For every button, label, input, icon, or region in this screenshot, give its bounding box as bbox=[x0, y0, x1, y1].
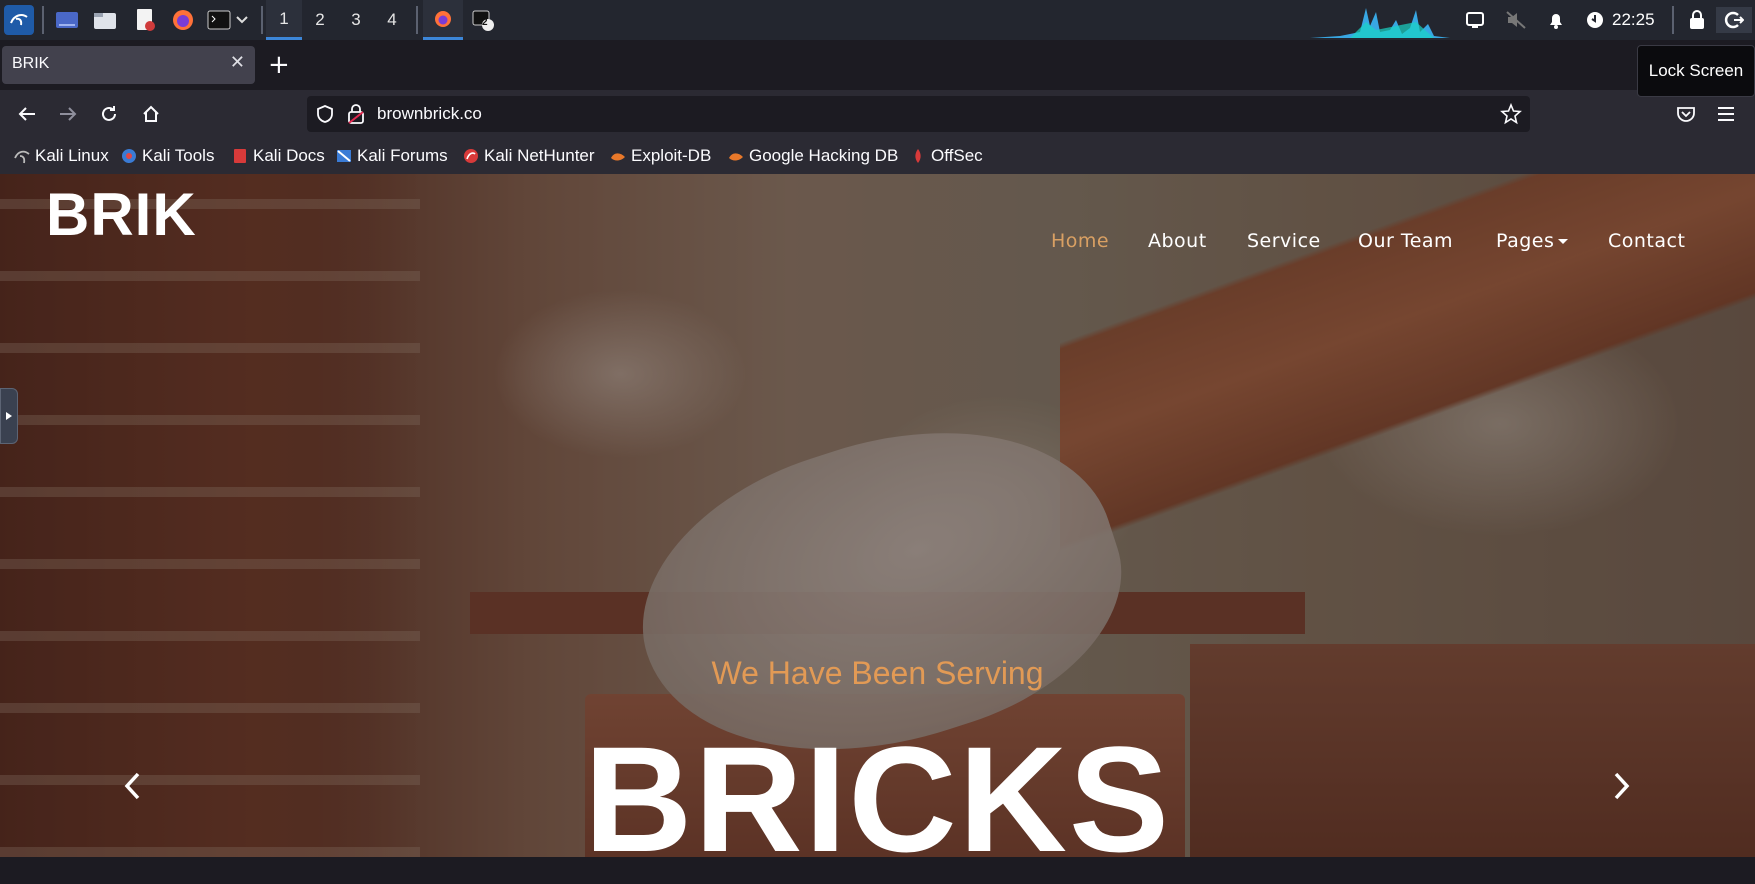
bookmark-kali-docs[interactable]: Kali Docs bbox=[232, 144, 325, 168]
pocket-icon bbox=[1677, 107, 1695, 122]
caret-down-icon bbox=[1558, 239, 1569, 244]
tab-close-icon[interactable]: ✕ bbox=[230, 52, 245, 73]
workspace-1[interactable]: 1 bbox=[266, 0, 302, 40]
text-editor-icon[interactable] bbox=[132, 7, 158, 33]
bookmarks-toolbar: Kali Linux Kali Tools Kali Docs Kali For… bbox=[0, 138, 1755, 175]
chevron-down-icon[interactable] bbox=[234, 7, 250, 33]
kali-forums-icon bbox=[337, 150, 351, 162]
ghdb-icon bbox=[729, 153, 743, 161]
bookmark-label: Kali NetHunter bbox=[484, 146, 595, 165]
browser-navigation-bar: brownbrick.co bbox=[0, 90, 1755, 138]
pocket-button[interactable] bbox=[1670, 98, 1702, 130]
hero-headline: BRICKS bbox=[583, 715, 1172, 883]
app-menu-button[interactable] bbox=[1710, 98, 1742, 130]
lock-screen-icon[interactable] bbox=[1684, 7, 1710, 33]
notification-bell-icon[interactable] bbox=[1543, 7, 1569, 33]
firefox-window-button[interactable] bbox=[423, 0, 463, 40]
bookmark-label: Exploit-DB bbox=[631, 146, 712, 165]
url-bar[interactable]: brownbrick.co bbox=[307, 96, 1530, 132]
url-text: brownbrick.co bbox=[377, 104, 482, 123]
lock-screen-tooltip: Lock Screen bbox=[1637, 45, 1755, 97]
bookmark-label: Kali Tools bbox=[142, 146, 215, 165]
site-logo[interactable]: BRIK bbox=[46, 180, 197, 250]
nav-about[interactable]: About bbox=[1148, 230, 1207, 252]
taskbar-separator bbox=[1672, 6, 1674, 34]
volume-muted-icon[interactable] bbox=[1503, 7, 1529, 33]
system-taskbar: 1 2 3 4 2 22:25 bbox=[0, 0, 1755, 41]
bookmark-star-icon[interactable] bbox=[1500, 103, 1522, 125]
bookmark-label: Kali Linux bbox=[35, 146, 109, 165]
nav-pages-label: Pages bbox=[1496, 230, 1555, 252]
display-icon[interactable] bbox=[1462, 7, 1488, 33]
carousel-prev-button[interactable] bbox=[117, 768, 147, 804]
kali-menu-icon[interactable] bbox=[4, 5, 34, 35]
bookmark-label: Google Hacking DB bbox=[749, 146, 899, 165]
hero-tagline: We Have Been Serving bbox=[711, 655, 1044, 691]
reload-icon bbox=[102, 106, 116, 121]
logout-icon[interactable] bbox=[1716, 7, 1752, 33]
new-tab-button[interactable]: + bbox=[268, 48, 290, 82]
nav-contact[interactable]: Contact bbox=[1608, 230, 1685, 252]
file-manager-icon[interactable] bbox=[92, 7, 118, 33]
terminal-window-button[interactable]: 2 bbox=[468, 7, 498, 33]
nav-home[interactable]: Home bbox=[1051, 230, 1109, 252]
bookmark-offsec[interactable]: OffSec bbox=[910, 144, 983, 168]
kali-dragon-icon bbox=[14, 150, 30, 164]
hamburger-menu-icon bbox=[1718, 107, 1734, 121]
nav-service[interactable]: Service bbox=[1247, 230, 1321, 252]
browser-tab-strip: BRIK ✕ + bbox=[0, 40, 1755, 90]
kali-tools-icon bbox=[122, 149, 136, 163]
bookmark-kali-tools[interactable]: Kali Tools bbox=[121, 144, 214, 168]
terminal-launcher-icon[interactable] bbox=[206, 7, 232, 33]
workspace-4[interactable]: 4 bbox=[374, 0, 410, 40]
carousel-next-button[interactable] bbox=[1607, 768, 1637, 804]
exploit-db-icon bbox=[611, 153, 625, 161]
kali-docs-icon bbox=[234, 149, 246, 163]
kali-nethunter-icon bbox=[464, 149, 478, 163]
offsec-icon bbox=[915, 149, 921, 163]
tracking-protection-shield-icon[interactable] bbox=[315, 104, 335, 124]
taskbar-separator bbox=[416, 6, 418, 34]
side-panel-handle[interactable] bbox=[0, 388, 18, 444]
terminal-badge: 2 bbox=[482, 17, 488, 28]
cpu-graph bbox=[1310, 2, 1450, 38]
browser-tab[interactable]: BRIK ✕ bbox=[2, 46, 255, 84]
reload-button[interactable] bbox=[93, 98, 125, 130]
taskbar-separator bbox=[42, 6, 44, 34]
bookmark-label: OffSec bbox=[931, 146, 983, 165]
home-icon bbox=[143, 105, 159, 122]
nav-our-team[interactable]: Our Team bbox=[1358, 230, 1453, 252]
workspace-3[interactable]: 3 bbox=[338, 0, 374, 40]
chevron-right-icon bbox=[1614, 772, 1630, 800]
taskbar-separator bbox=[261, 6, 263, 34]
power-manager-icon[interactable] bbox=[1582, 7, 1608, 33]
bookmark-exploit-db[interactable]: Exploit-DB bbox=[610, 144, 711, 168]
insecure-lock-icon[interactable] bbox=[347, 103, 365, 125]
tab-title: BRIK bbox=[12, 55, 50, 72]
bookmark-label: Kali Forums bbox=[357, 146, 448, 165]
bookmark-kali-forums[interactable]: Kali Forums bbox=[336, 144, 448, 168]
firefox-icon bbox=[435, 10, 451, 27]
back-arrow-icon bbox=[18, 107, 35, 121]
bookmark-kali-linux[interactable]: Kali Linux bbox=[14, 144, 109, 168]
home-button[interactable] bbox=[135, 98, 167, 130]
bookmark-label: Kali Docs bbox=[253, 146, 325, 165]
firefox-launcher-icon[interactable] bbox=[170, 7, 196, 33]
nav-pages-dropdown[interactable]: Pages bbox=[1496, 230, 1569, 252]
bookmark-google-hacking-db[interactable]: Google Hacking DB bbox=[728, 144, 898, 168]
show-desktop-icon[interactable] bbox=[54, 7, 80, 33]
forward-arrow-icon bbox=[60, 107, 77, 121]
clock[interactable]: 22:25 bbox=[1612, 0, 1655, 40]
forward-button[interactable] bbox=[52, 98, 84, 130]
play-arrow-icon bbox=[6, 412, 12, 420]
workspace-2[interactable]: 2 bbox=[302, 0, 338, 40]
chevron-left-icon bbox=[124, 772, 140, 800]
back-button[interactable] bbox=[11, 98, 43, 130]
bookmark-kali-nethunter[interactable]: Kali NetHunter bbox=[463, 144, 595, 168]
